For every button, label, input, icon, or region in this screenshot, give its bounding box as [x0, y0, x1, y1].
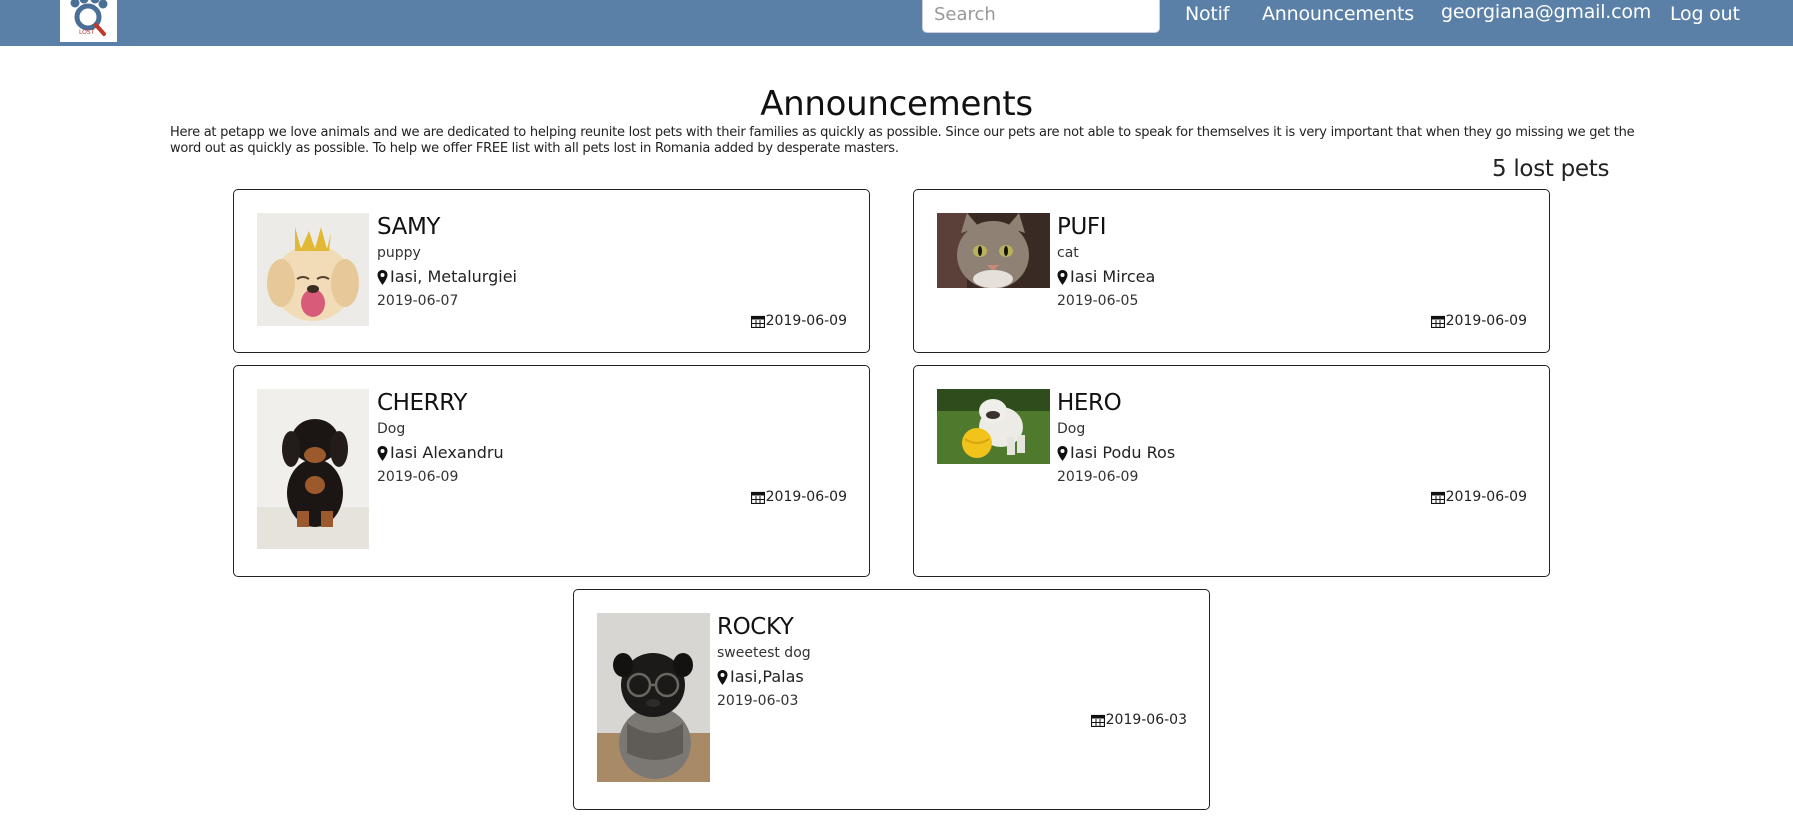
lost-pets-count: 5 lost pets: [1492, 156, 1610, 182]
pet-location-text: Iasi,Palas: [730, 667, 804, 686]
pet-photo: [937, 389, 1050, 464]
pet-posted-date: 2019-06-09: [750, 489, 847, 505]
pet-name: CHERRY: [377, 390, 468, 416]
pet-location: Iasi Alexandru: [377, 443, 504, 463]
calendar-icon: [1430, 491, 1445, 504]
pet-card[interactable]: ROCKY sweetest dog Iasi,Palas 2019-06-03…: [573, 589, 1210, 810]
pet-type: puppy: [377, 245, 421, 261]
pet-location-text: Iasi Alexandru: [390, 443, 504, 462]
golden-puppy-crown-photo: [257, 213, 369, 326]
pet-info: SAMY puppy Iasi, Metalurgiei 2019-06-07: [377, 212, 517, 310]
map-pin-icon: [377, 445, 388, 461]
pet-name: PUFI: [1057, 214, 1107, 240]
pet-location-text: Iasi Podu Ros: [1070, 443, 1176, 462]
page-title: Announcements: [760, 84, 1033, 124]
paw-magnifier-icon: LOST: [70, 0, 108, 36]
navbar: LOST Notif Announcements georgiana@gmail…: [0, 0, 1793, 46]
pet-lost-date: 2019-06-03: [717, 693, 799, 709]
pet-posted-date-text: 2019-06-09: [765, 489, 847, 505]
pet-type: Dog: [377, 421, 406, 437]
pet-posted-date-text: 2019-06-09: [1445, 313, 1527, 329]
nav-link-account-email[interactable]: georgiana@gmail.com: [1441, 1, 1651, 23]
pet-posted-date: 2019-06-09: [750, 313, 847, 329]
bulldog-ball-photo: [937, 389, 1050, 464]
dachshund-puppy-photo: [257, 389, 369, 549]
calendar-icon: [1090, 714, 1105, 727]
search-input[interactable]: [922, 0, 1160, 33]
pet-photo: [597, 613, 710, 782]
pet-name: ROCKY: [717, 614, 794, 640]
intro-paragraph: Here at petapp we love animals and we ar…: [170, 125, 1635, 156]
pet-card[interactable]: PUFI cat Iasi Mircea 2019-06-05 2019-06-…: [913, 189, 1550, 353]
pet-location-text: Iasi, Metalurgiei: [390, 267, 517, 286]
calendar-icon: [1430, 315, 1445, 328]
pet-posted-date-text: 2019-06-03: [1105, 712, 1187, 728]
calendar-icon: [750, 491, 765, 504]
pet-location: Iasi Mircea: [1057, 267, 1155, 287]
pet-posted-date-text: 2019-06-09: [765, 313, 847, 329]
pet-photo: [257, 389, 369, 549]
pet-info: CHERRY Dog Iasi Alexandru 2019-06-09: [377, 388, 504, 486]
pet-info: PUFI cat Iasi Mircea 2019-06-05: [1057, 212, 1155, 310]
nav-link-logout[interactable]: Log out: [1670, 3, 1740, 25]
pet-card[interactable]: CHERRY Dog Iasi Alexandru 2019-06-09 201…: [233, 365, 870, 577]
pet-name: SAMY: [377, 214, 441, 240]
pet-posted-date: 2019-06-09: [1430, 313, 1527, 329]
tabby-cat-photo: [937, 213, 1050, 288]
map-pin-icon: [1057, 269, 1068, 285]
pet-location: Iasi, Metalurgiei: [377, 267, 517, 287]
pet-name: HERO: [1057, 390, 1122, 416]
app-logo[interactable]: LOST: [60, 0, 117, 42]
calendar-icon: [750, 315, 765, 328]
pet-info: ROCKY sweetest dog Iasi,Palas 2019-06-03: [717, 612, 811, 710]
pet-location-text: Iasi Mircea: [1070, 267, 1156, 286]
pet-location: Iasi,Palas: [717, 667, 811, 687]
pet-posted-date: 2019-06-03: [1090, 712, 1187, 728]
nav-link-notif[interactable]: Notif: [1185, 3, 1229, 25]
pet-info: HERO Dog Iasi Podu Ros 2019-06-09: [1057, 388, 1175, 486]
pet-photo: [937, 213, 1050, 288]
pug-glasses-photo: [597, 613, 710, 782]
map-pin-icon: [1057, 445, 1068, 461]
svg-text:LOST: LOST: [79, 29, 95, 36]
pet-type: cat: [1057, 245, 1079, 261]
pet-lost-date: 2019-06-09: [377, 469, 459, 485]
map-pin-icon: [717, 669, 728, 685]
pet-photo: [257, 213, 369, 326]
pet-lost-date: 2019-06-09: [1057, 469, 1139, 485]
pet-type: Dog: [1057, 421, 1086, 437]
pet-type: sweetest dog: [717, 645, 811, 661]
pet-card[interactable]: HERO Dog Iasi Podu Ros 2019-06-09 2019-0…: [913, 365, 1550, 577]
nav-link-announcements[interactable]: Announcements: [1262, 3, 1414, 25]
pet-lost-date: 2019-06-07: [377, 293, 459, 309]
pet-location: Iasi Podu Ros: [1057, 443, 1175, 463]
pet-posted-date: 2019-06-09: [1430, 489, 1527, 505]
pet-card[interactable]: SAMY puppy Iasi, Metalurgiei 2019-06-07 …: [233, 189, 870, 353]
map-pin-icon: [377, 269, 388, 285]
pet-lost-date: 2019-06-05: [1057, 293, 1139, 309]
pet-posted-date-text: 2019-06-09: [1445, 489, 1527, 505]
